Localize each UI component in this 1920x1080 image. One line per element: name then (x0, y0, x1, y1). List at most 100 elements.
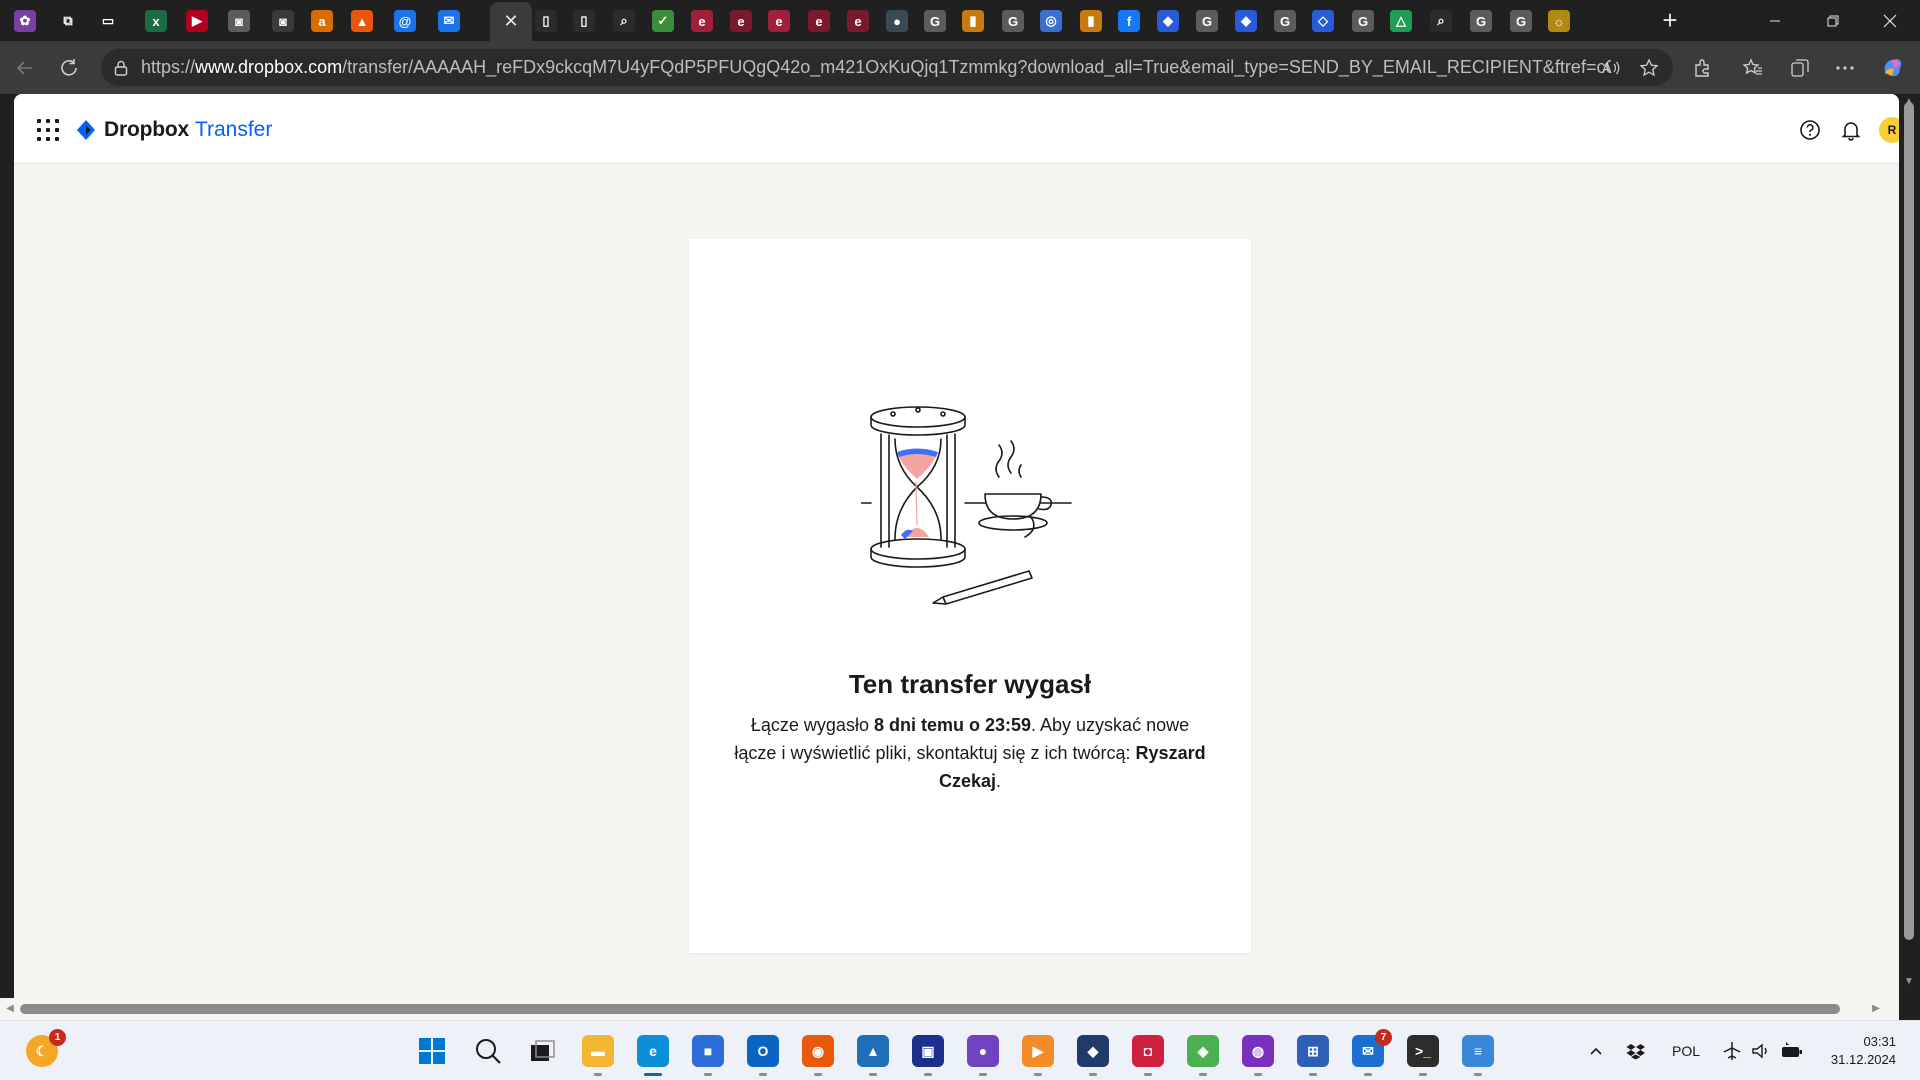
notepad-icon[interactable]: ≡ (1462, 1035, 1494, 1076)
document-icon[interactable]: ▯ (573, 10, 595, 32)
workspaces-icon[interactable]: ⧉ (57, 10, 79, 32)
search-icon[interactable]: ⌕ (613, 10, 635, 32)
virtualbox-icon[interactable]: ◆ (1077, 1035, 1109, 1076)
google-icon[interactable]: G (1274, 10, 1296, 32)
back-button[interactable] (10, 53, 40, 83)
airplane-mode-icon[interactable] (1722, 1021, 1742, 1080)
url-text[interactable]: https://www.dropbox.com/transfer/AAAAAH_… (141, 57, 1611, 78)
close-window-button[interactable] (1860, 0, 1920, 41)
scroll-right-icon[interactable]: ▶ (1870, 1003, 1882, 1015)
google-icon[interactable]: G (1352, 10, 1374, 32)
sun-icon[interactable]: ☼ (1548, 10, 1570, 32)
profile-icon[interactable]: ● (886, 10, 908, 32)
camera-icon[interactable]: ◙ (228, 10, 250, 32)
url-path: /transfer/AAAAAH_reFDx9ckcqM7U4yFQdP5PFU… (342, 57, 1611, 77)
scroll-left-icon[interactable]: ◀ (4, 1003, 16, 1015)
analytics-icon[interactable]: ▮ (1080, 10, 1102, 32)
google-icon[interactable]: G (924, 10, 946, 32)
google-icon[interactable]: G (1196, 10, 1218, 32)
photos-icon[interactable]: ▲ (857, 1035, 889, 1076)
git-icon[interactable]: ◈ (1187, 1035, 1219, 1076)
help-icon[interactable] (1799, 119, 1821, 141)
allegro-icon[interactable]: ▲ (351, 10, 373, 32)
tag-icon[interactable]: ◆ (1235, 10, 1257, 32)
horizontal-scrollbar[interactable]: ◀ ▶ (0, 998, 1899, 1020)
mail-icon[interactable]: ✉ (438, 10, 460, 32)
extensions-icon[interactable] (1690, 55, 1716, 81)
thunderbird-icon[interactable]: ✉ 7 (1352, 1029, 1392, 1076)
settings-more-icon[interactable] (1832, 55, 1858, 81)
lock-icon[interactable] (113, 60, 129, 76)
site-icon-e[interactable]: e (768, 10, 790, 32)
site-icon-e[interactable]: e (847, 10, 869, 32)
read-aloud-icon[interactable]: A (1600, 57, 1622, 79)
collections-icon[interactable] (1787, 55, 1813, 81)
tor-browser-icon[interactable]: ◍ (1242, 1035, 1274, 1076)
show-hidden-icons-icon[interactable] (1588, 1021, 1604, 1080)
photo-app-icon[interactable]: ✿ (14, 10, 36, 32)
firefox-icon[interactable]: ◉ (802, 1035, 834, 1076)
account-avatar[interactable]: R (1879, 117, 1899, 143)
system-clock[interactable]: 03:31 31.12.2024 (1816, 1033, 1896, 1069)
dropbox-transfer-logo[interactable]: Dropbox Transfer (76, 118, 272, 142)
close-tab-icon[interactable]: ✕ (503, 11, 518, 32)
outlook-icon[interactable]: O (747, 1035, 779, 1076)
media-player-icon[interactable]: ▶ (1022, 1035, 1054, 1076)
site-icon-x[interactable]: x (145, 10, 167, 32)
analytics-icon[interactable]: ▮ (962, 10, 984, 32)
facebook-icon[interactable]: f (1118, 10, 1140, 32)
refresh-button[interactable] (54, 53, 84, 83)
edge-browser-icon[interactable]: e (637, 1035, 669, 1076)
youtube-icon[interactable]: ▶ (186, 10, 208, 32)
dropbox-tray-icon[interactable] (1626, 1021, 1646, 1080)
github-icon[interactable]: ● (967, 1035, 999, 1076)
address-bar[interactable]: https://www.dropbox.com/transfer/AAAAAH_… (101, 49, 1673, 86)
favorites-icon[interactable] (1740, 55, 1766, 81)
restore-icon (1827, 15, 1839, 26)
vertical-scroll-thumb[interactable] (1904, 102, 1914, 940)
site-icon-e[interactable]: e (691, 10, 713, 32)
volume-icon[interactable] (1750, 1021, 1770, 1080)
search-button[interactable] (472, 1035, 504, 1067)
google-icon[interactable]: G (1470, 10, 1492, 32)
amazon-icon[interactable]: a (311, 10, 333, 32)
screen-capture-icon[interactable]: ◘ (1132, 1035, 1164, 1076)
app-grid-icon[interactable] (34, 116, 60, 142)
chrome-icon[interactable]: ◎ (1040, 10, 1062, 32)
scroll-down-icon[interactable]: ▼ (1903, 976, 1915, 988)
battery-icon[interactable] (1780, 1021, 1804, 1080)
google-icon[interactable]: G (1510, 10, 1532, 32)
running-indicator (1364, 1073, 1372, 1076)
microsoft-store-icon[interactable]: ■ (692, 1035, 724, 1076)
minimize-button[interactable] (1745, 0, 1805, 41)
tag-manager-icon[interactable]: ◇ (1312, 10, 1334, 32)
tab-actions-icon[interactable]: ▭ (97, 10, 119, 32)
network-icon[interactable]: ⊞ (1297, 1035, 1329, 1076)
notifications-bell-icon[interactable] (1840, 119, 1862, 141)
restore-button[interactable] (1803, 0, 1863, 41)
windows-taskbar: ☾ 1 ▬ e ■ O ◉ ▲ ▣ ● ▶ ◆ ◘ ◈ ◍ ⊞ ✉ 7 >_ ≡ POL 03:31 31.12.2… (0, 1020, 1920, 1080)
favorite-star-icon[interactable] (1638, 57, 1660, 79)
horizontal-scroll-thumb[interactable] (20, 1004, 1840, 1014)
weather-widget-icon[interactable]: ☾ 1 (26, 1029, 66, 1067)
drive-icon[interactable]: △ (1390, 10, 1412, 32)
new-tab-button[interactable]: + (1655, 6, 1685, 36)
search-icon[interactable]: ⌕ (1430, 10, 1452, 32)
copilot-icon[interactable] (1880, 55, 1906, 81)
tag-icon[interactable]: ◆ (1157, 10, 1179, 32)
google-icon[interactable]: G (1002, 10, 1024, 32)
camera-icon[interactable]: ◙ (272, 10, 294, 32)
document-icon[interactable]: ▯ (535, 10, 557, 32)
site-icon-e[interactable]: e (730, 10, 752, 32)
tab-active-dropbox[interactable]: ✕ (490, 2, 532, 41)
at-mail-icon[interactable]: @ (394, 10, 416, 32)
task-view-button[interactable] (526, 1035, 558, 1067)
input-language-indicator[interactable]: POL (1672, 1021, 1700, 1080)
terminal-icon[interactable]: >_ (1407, 1035, 1439, 1076)
site-icon-e[interactable]: e (808, 10, 830, 32)
file-explorer-icon[interactable]: ▬ (582, 1035, 614, 1076)
start-button[interactable] (416, 1035, 448, 1067)
vertical-scrollbar[interactable]: ▲ ▼ (1899, 94, 1920, 1004)
save-disk-icon[interactable]: ▣ (912, 1035, 944, 1076)
check-icon[interactable]: ✓ (652, 10, 674, 32)
